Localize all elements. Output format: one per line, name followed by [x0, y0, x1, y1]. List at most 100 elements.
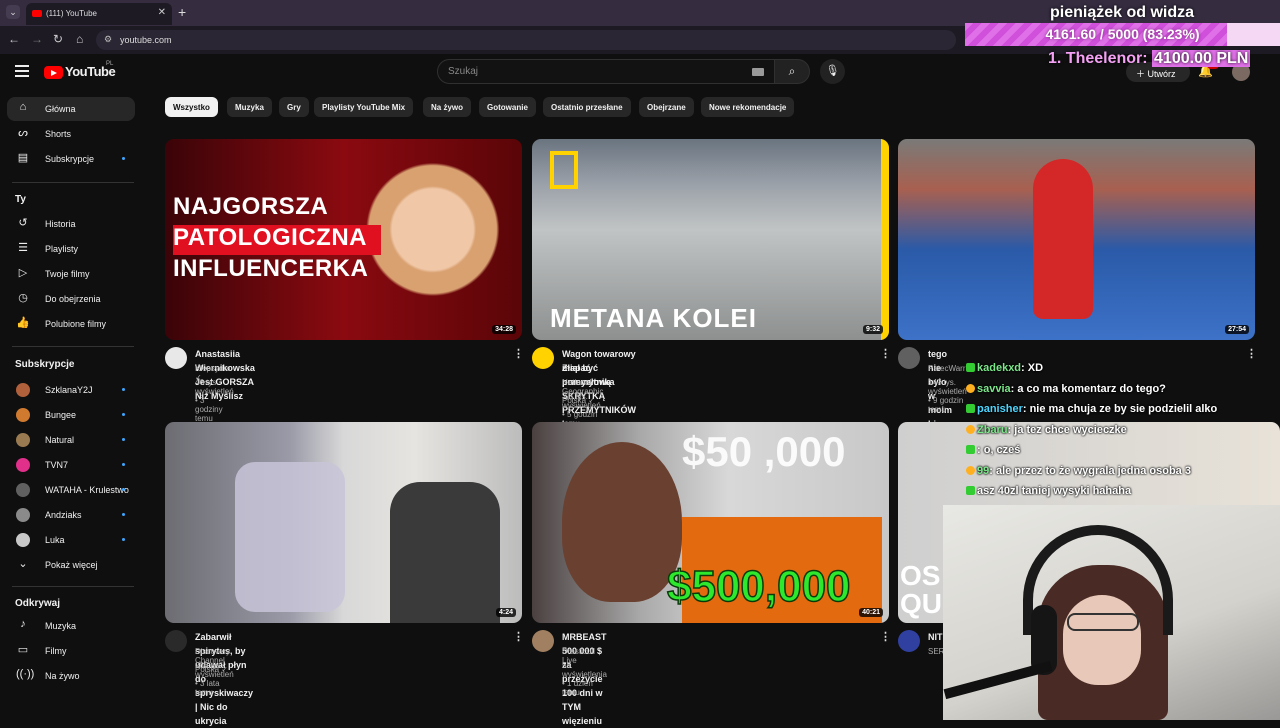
channel-avatar[interactable]	[165, 630, 187, 652]
sidebar-item-live[interactable]: ((·)) Na żywo	[7, 664, 135, 688]
chat-badge-icon	[966, 486, 975, 495]
video-thumbnail[interactable]: 27:54	[898, 139, 1255, 340]
runner-figure	[1033, 159, 1093, 319]
sidebar-item-history[interactable]: ↺ Historia	[7, 212, 135, 236]
sidebar-item-playlists[interactable]: ☰ Playlisty	[7, 237, 135, 261]
sidebar-item-watch-later[interactable]: ◷ Do obejrzenia	[7, 287, 135, 311]
chip-8[interactable]: Nowe rekomendacje	[701, 97, 795, 117]
more-options-icon[interactable]: ⋮	[513, 347, 524, 360]
microphone-icon: 🎙	[825, 65, 840, 77]
officer-figure	[390, 482, 500, 623]
watch-later-icon: ◷	[18, 292, 28, 304]
video-thumbnail[interactable]: METANA KOLEI 9:32	[532, 139, 889, 340]
face-figure	[562, 442, 682, 602]
sidebar-sub-item-label: TVN7	[45, 460, 69, 470]
url-field[interactable]: ⚙ youtube.com	[96, 30, 956, 50]
sidebar-item-live-label: Na żywo	[45, 671, 80, 681]
video-thumbnail[interactable]: 4:24	[165, 422, 522, 623]
search-button[interactable]: ⌕	[774, 59, 810, 84]
chip-4[interactable]: Na żywo	[423, 97, 472, 117]
url-text: youtube.com	[120, 35, 172, 45]
channel-avatar[interactable]	[898, 347, 920, 369]
video-thumbnail[interactable]: NAJGORSZA PATOLOGICZNA INFLUENCERKA 34:28	[165, 139, 522, 340]
more-options-icon[interactable]: ⋮	[1246, 347, 1257, 360]
more-options-icon[interactable]: ⋮	[880, 347, 891, 360]
tab-title: (111) YouTube	[46, 9, 98, 18]
video-duration: 40:21	[859, 608, 883, 617]
sidebar-item-movies[interactable]: ▭ Filmy	[7, 639, 135, 663]
sidebar-heading-subscriptions[interactable]: Subskrypcje	[15, 359, 74, 370]
sidebar-sub-item[interactable]: Bungee	[7, 403, 135, 427]
sidebar-sub-item-label: Bungee	[45, 410, 77, 420]
chat-text: : ja tez chce wycieczke	[1007, 423, 1127, 436]
sidebar-sub-item[interactable]: WATAHA - Krulestwo	[7, 478, 135, 502]
show-more-button[interactable]: ⌄ Pokaż więcej	[7, 553, 135, 577]
chip-2[interactable]: Gry	[279, 97, 309, 117]
search-input[interactable]: Szukaj	[437, 59, 775, 84]
sidebar-item-liked[interactable]: 👍 Polubione filmy	[7, 312, 135, 336]
new-content-dot	[122, 157, 125, 160]
thumbnail-text: OS QU	[900, 560, 942, 619]
chip-3[interactable]: Playlisty YouTube Mix	[314, 97, 414, 117]
sidebar-heading-you[interactable]: Ty	[15, 194, 26, 205]
sidebar-item-your-videos[interactable]: ▷ Twoje filmy	[7, 262, 135, 286]
channel-avatar[interactable]	[165, 347, 187, 369]
chat-username: kadekxd	[977, 362, 1022, 374]
tab-close-icon[interactable]: ✕	[158, 7, 166, 18]
video-meta: 46 tys. wyświetleń • 3 godziny temu	[195, 378, 234, 423]
chat-message: savvia: a co ma komentarz do tego?	[966, 383, 1166, 395]
sidebar-sub-item[interactable]: TVN7	[7, 453, 135, 477]
new-content-dot	[122, 388, 125, 391]
tab-search-icon[interactable]: ⌄	[6, 5, 20, 19]
video-thumbnail[interactable]: $50 ,000 $500,000 40:21	[532, 422, 889, 623]
forward-icon[interactable]: →	[31, 32, 43, 46]
more-options-icon[interactable]: ⋮	[513, 630, 524, 643]
channel-name[interactable]: PatecWarr	[928, 364, 966, 373]
channel-name[interactable]: SER	[928, 647, 944, 656]
video-title[interactable]: NIT	[928, 630, 943, 644]
chat-message: : o, cześ	[966, 444, 1020, 456]
browser-tab[interactable]: (111) YouTube ✕	[26, 3, 172, 25]
sidebar-item-music[interactable]: ♪ Muzyka	[7, 614, 135, 638]
chip-1[interactable]: Muzyka	[227, 97, 272, 117]
video-duration: 27:54	[1225, 325, 1249, 334]
new-tab-icon[interactable]: +	[178, 4, 186, 20]
sidebar-sub-item[interactable]: Luka	[7, 528, 135, 552]
sidebar-sub-item[interactable]: SzklanaY2J	[7, 378, 135, 402]
thumbnail-text: $500,000	[666, 561, 851, 612]
chip-6[interactable]: Ostatnio przesłane	[543, 97, 631, 117]
sidebar-item-shorts-label: Shorts	[45, 129, 72, 139]
keyboard-icon[interactable]	[752, 68, 764, 76]
top-donor-name: 1. Theelenor:	[1048, 50, 1148, 67]
sidebar-item-home[interactable]: ⌂ Główna	[7, 97, 135, 121]
site-info-icon[interactable]: ⚙	[104, 34, 112, 45]
sidebar-item-history-label: Historia	[45, 219, 76, 229]
webcam-face	[1063, 595, 1141, 685]
chip-5[interactable]: Gotowanie	[479, 97, 536, 117]
video-duration: 9:32	[862, 325, 883, 334]
donation-goal-title: pieniążek od widza	[1050, 4, 1195, 21]
natgeo-border	[881, 139, 889, 340]
back-icon[interactable]: ←	[8, 32, 20, 46]
chat-badge-icon	[966, 465, 975, 475]
menu-icon[interactable]	[15, 65, 29, 77]
chip-0[interactable]: Wszystko	[165, 97, 218, 117]
channel-avatar[interactable]	[532, 630, 554, 652]
more-options-icon[interactable]: ⋮	[880, 630, 891, 643]
reload-icon[interactable]: ↻	[53, 32, 63, 46]
channel-avatar	[16, 458, 30, 472]
new-content-dot	[122, 438, 125, 441]
sidebar-item-your-videos-label: Twoje filmy	[45, 269, 90, 279]
sidebar-item-shorts[interactable]: ᔕ Shorts	[7, 122, 135, 146]
sidebar-item-subscriptions[interactable]: ▤ Subskrypcje	[7, 147, 135, 171]
home-icon[interactable]: ⌂	[76, 32, 83, 46]
natgeo-logo-icon	[550, 151, 578, 189]
donation-progress-bar: 4161.60 / 5000 (83.23%)	[965, 23, 1280, 46]
channel-avatar[interactable]	[898, 630, 920, 652]
chat-username: 99	[977, 464, 990, 477]
voice-search-button[interactable]: 🎙	[820, 59, 845, 84]
chip-7[interactable]: Obejrzane	[639, 97, 694, 117]
channel-avatar[interactable]	[532, 347, 554, 369]
sidebar-sub-item[interactable]: Natural	[7, 428, 135, 452]
sidebar-sub-item[interactable]: Andziaks	[7, 503, 135, 527]
